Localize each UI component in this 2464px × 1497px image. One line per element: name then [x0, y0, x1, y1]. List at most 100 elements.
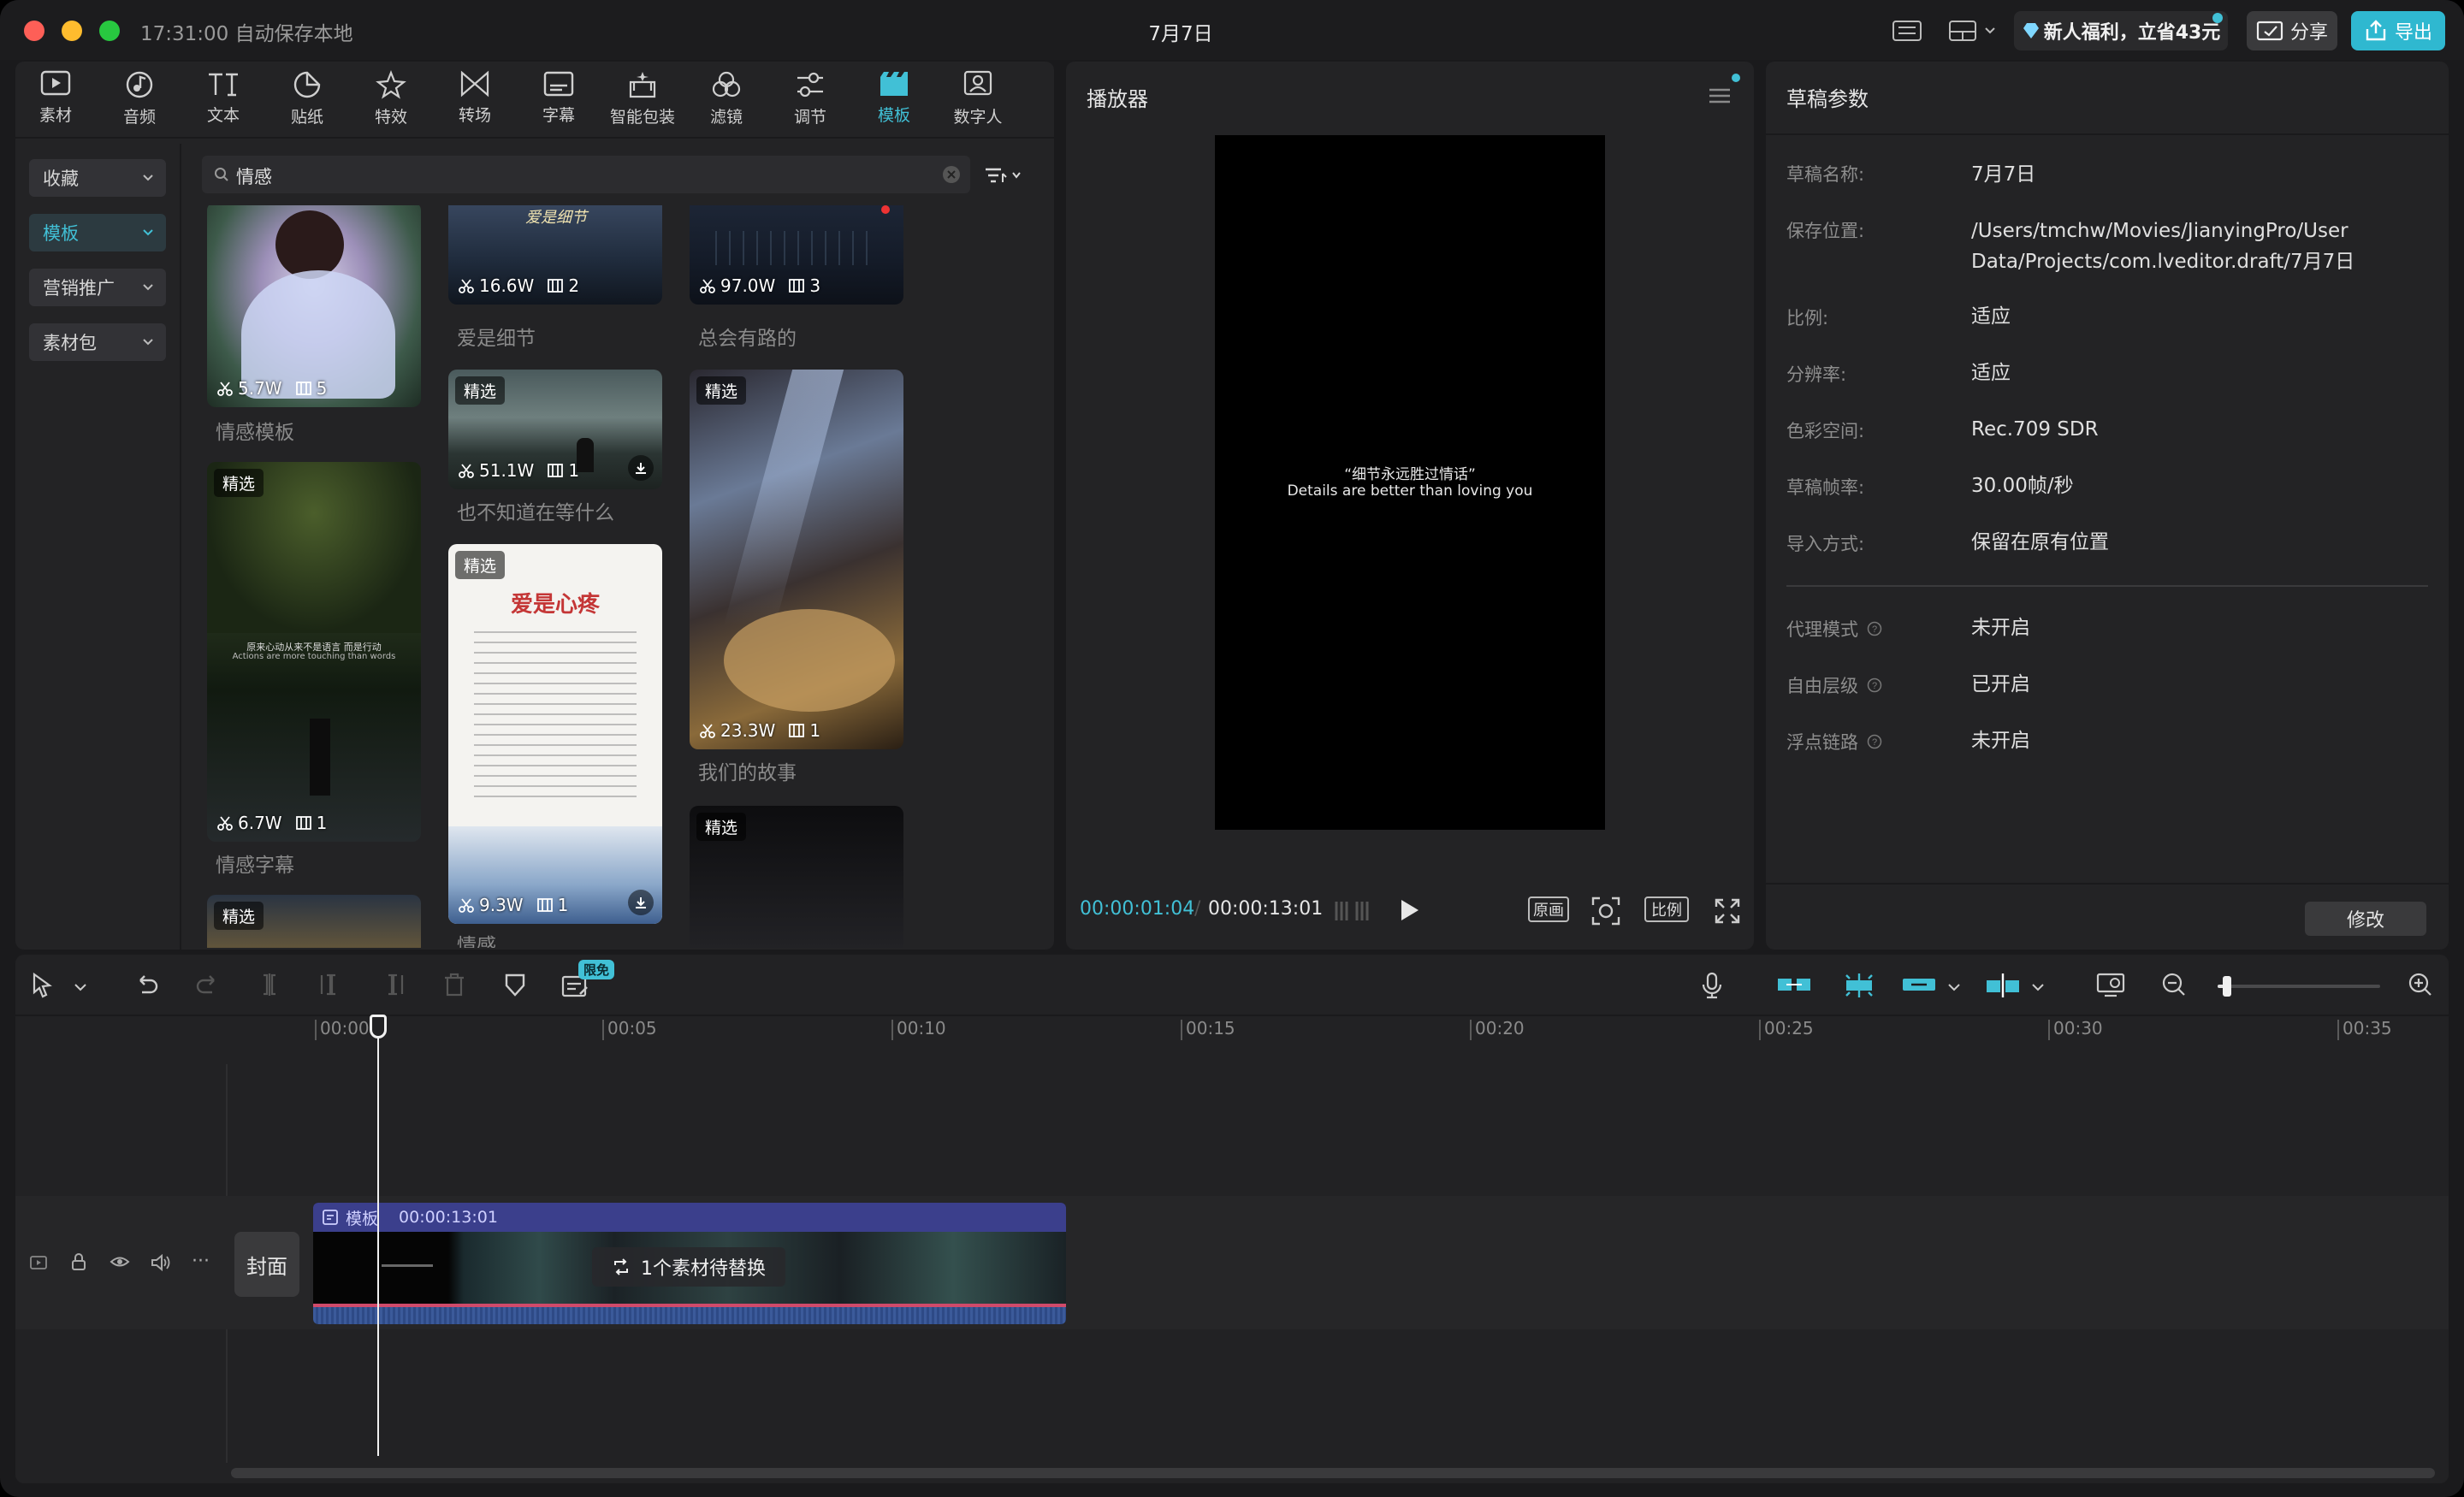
delete-button[interactable] [441, 972, 467, 997]
preview-axis-button[interactable] [1985, 972, 2021, 999]
zoom-slider-handle[interactable] [2223, 976, 2231, 997]
tab-effects[interactable]: 特效 [352, 70, 429, 133]
export-button[interactable]: 导出 [2351, 11, 2445, 50]
sidebar-item-templates[interactable]: 模板 [29, 214, 166, 251]
share-button[interactable]: 分享 [2247, 11, 2337, 50]
timeline-scrollbar[interactable] [231, 1468, 2435, 1478]
cover-button[interactable]: 封面 [234, 1232, 299, 1297]
redo-button[interactable] [195, 972, 221, 997]
shortcut-keys-button[interactable] [1887, 11, 1927, 50]
template-uses: 23.3W [720, 720, 776, 741]
zoom-slider[interactable] [2218, 976, 2380, 997]
audio-waveform-toggle[interactable] [1333, 898, 1371, 924]
tab-text[interactable]: 文本 [185, 70, 262, 133]
clear-search-button[interactable] [943, 166, 960, 183]
undo-button[interactable] [133, 972, 159, 997]
template-card[interactable]: 原来心动从来不是语言 而是行动 Actions are more touchin… [207, 462, 421, 842]
template-card[interactable]: 爱是细节 16.6W 2 [448, 205, 662, 305]
search-box[interactable]: 情感 [202, 156, 970, 193]
play-button[interactable] [1398, 898, 1420, 922]
ruler-tick: 00:20 [1475, 1018, 1525, 1038]
chevron-down-icon [74, 984, 86, 991]
filter-icon [712, 71, 741, 98]
help-icon[interactable]: ? [1867, 734, 1882, 749]
original-quality-button[interactable]: 原画 [1528, 896, 1569, 922]
template-card[interactable]: 精选 23.3W 1 [690, 370, 903, 749]
zoom-out-button[interactable] [2161, 972, 2187, 997]
linkage-dropdown[interactable] [1947, 982, 1961, 992]
preview-axis-dropdown[interactable] [2031, 982, 2045, 992]
param-value-proxy: 未开启 [1971, 617, 2030, 639]
tab-transition[interactable]: 转场 [436, 70, 513, 133]
modify-label: 修改 [2346, 910, 2384, 932]
template-card[interactable]: 5.7W 5 [207, 205, 421, 407]
tab-sticker[interactable]: 贴纸 [269, 70, 346, 133]
undo-icon [139, 975, 158, 994]
playhead-handle[interactable] [370, 1015, 387, 1038]
card-thumb-light-beam [723, 370, 844, 626]
help-icon[interactable]: ? [1867, 621, 1882, 636]
zoom-in-button[interactable] [2408, 972, 2433, 997]
mute-track-button[interactable] [151, 1254, 171, 1271]
help-icon[interactable]: ? [1867, 677, 1882, 693]
zoom-window-button[interactable] [99, 21, 120, 41]
sidebar-item-asset-packs[interactable]: 素材包 [29, 323, 166, 361]
template-title: 我们的故事 [698, 762, 797, 784]
tab-filter[interactable]: 滤镜 [688, 70, 765, 133]
auto-snap-button[interactable] [1841, 972, 1877, 999]
toggle-visibility-button[interactable] [110, 1254, 130, 1269]
replace-material-button[interactable]: 1个素材待替换 [592, 1247, 785, 1287]
template-card[interactable]: 97.0W 3 [690, 205, 903, 305]
template-clip[interactable]: 模板 00:00:13:01 1个素材待替换 [313, 1203, 1066, 1324]
lock-track-button[interactable] [70, 1252, 87, 1271]
main-track-magnet-button[interactable] [1776, 972, 1812, 997]
track-toggle-button[interactable] [29, 1254, 48, 1271]
template-card[interactable]: 精选 [207, 895, 421, 948]
playhead[interactable] [377, 1027, 379, 1456]
player-menu-button[interactable] [1708, 86, 1732, 106]
tab-subtitle[interactable]: 字幕 [520, 70, 597, 133]
template-clips: 1 [809, 720, 821, 741]
video-preview[interactable]: “细节永远胜过情话” Details are better than lovin… [1215, 135, 1605, 830]
template-card[interactable]: 精选 51.1W 1 [448, 370, 662, 489]
filter-sort-button[interactable] [984, 163, 1032, 188]
media-icon [40, 70, 71, 96]
fullscreen-button[interactable] [1715, 898, 1740, 924]
modify-button[interactable]: 修改 [2305, 902, 2426, 936]
trim-right-button[interactable] [380, 972, 406, 997]
select-tool-button[interactable] [31, 972, 55, 999]
tab-adjust[interactable]: 调节 [772, 70, 849, 133]
linkage-button[interactable] [1901, 972, 1937, 997]
download-button[interactable] [628, 890, 654, 915]
clips-icon [548, 464, 564, 477]
trim-left-button[interactable] [318, 972, 344, 997]
sidebar-item-marketing[interactable]: 营销推广 [29, 269, 166, 306]
template-clips: 1 [316, 813, 328, 833]
search-input[interactable]: 情感 [236, 163, 272, 189]
timeline-preview-button[interactable] [2096, 972, 2127, 997]
screenshot-button[interactable] [1591, 896, 1620, 926]
featured-badge: 精选 [455, 551, 506, 579]
sidebar-item-favorites[interactable]: 收藏 [29, 159, 166, 197]
aspect-ratio-button[interactable]: 比例 [1644, 896, 1689, 922]
layout-switch-button[interactable] [1942, 11, 2002, 50]
tab-smart-pack[interactable]: 智能包装 [604, 70, 681, 133]
template-card[interactable]: 精选 [690, 806, 903, 948]
download-button[interactable] [628, 455, 654, 481]
new-user-promo-button[interactable]: 新人福利，立省43元 [2014, 11, 2228, 50]
record-audio-button[interactable] [1701, 972, 1723, 999]
tab-template[interactable]: 模板 [856, 70, 933, 133]
tab-digital-human[interactable]: 数字人 [939, 70, 1016, 133]
tab-digital-human-label: 数字人 [953, 108, 1003, 127]
tab-media[interactable]: 素材 [17, 70, 94, 133]
select-mode-dropdown[interactable] [74, 982, 87, 992]
param-value-name: 7月7日 [1971, 163, 2036, 186]
more-options-button[interactable]: ··· [192, 1251, 210, 1272]
minimize-window-button[interactable] [62, 21, 82, 41]
split-button[interactable] [257, 972, 282, 997]
tab-audio[interactable]: 音频 [101, 70, 178, 133]
close-window-button[interactable] [24, 21, 44, 41]
mark-button[interactable] [503, 972, 527, 997]
diamond-icon [2023, 23, 2039, 38]
template-card[interactable]: 爱是心疼 精选 9.3W 1 [448, 544, 662, 924]
